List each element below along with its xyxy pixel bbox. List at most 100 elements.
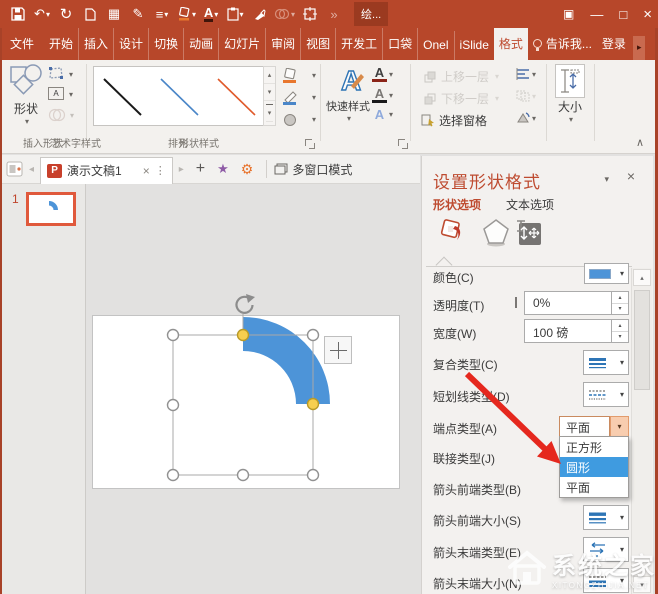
save-icon[interactable] <box>9 3 27 25</box>
tab-tellme[interactable]: 告诉我... <box>528 28 597 60</box>
draw-mode-button[interactable]: 绘... <box>354 2 389 26</box>
scroll-up-icon[interactable]: ▴ <box>633 269 651 286</box>
selection-pane-button[interactable]: 选择窗格 <box>421 112 487 129</box>
fill-line-category-icon[interactable] <box>437 218 465 248</box>
shape-styles-dialog-launcher-icon[interactable] <box>305 139 315 149</box>
slide-thumbnail[interactable] <box>26 192 76 226</box>
group-button[interactable]: ▾ <box>516 90 536 102</box>
align-button[interactable]: ▾ <box>516 68 536 80</box>
effects-category-icon[interactable] <box>482 218 510 248</box>
indent-list-button[interactable]: ≡ ▾ <box>153 3 171 25</box>
option-square[interactable]: 正方形 <box>560 437 628 457</box>
width-spinner[interactable]: ▴ ▾ <box>611 320 628 342</box>
rotate-handle-icon[interactable] <box>235 294 255 314</box>
wordart-dialog-launcher-icon[interactable] <box>398 139 408 149</box>
paste-button[interactable]: ▾ <box>226 3 244 25</box>
merge-shapes-ribbon-button[interactable] <box>48 108 66 122</box>
minimize-icon[interactable]: — <box>590 7 603 22</box>
document-tab[interactable]: P 演示文稿1 × ⋮ <box>40 156 173 184</box>
text-outline-button[interactable]: A ▾ <box>372 87 393 103</box>
tab-file[interactable]: 文件 <box>0 28 44 60</box>
arrow-end-size-dropdown[interactable]: ▾ <box>583 568 629 593</box>
shape-style-gallery[interactable] <box>93 66 275 126</box>
format-painter-icon[interactable] <box>250 3 268 25</box>
edit-shape-button[interactable] <box>48 66 64 80</box>
color-dropdown[interactable]: ▾ <box>584 263 629 284</box>
bring-forward-button[interactable]: 上移一层 ▾ <box>424 68 499 85</box>
text-effects-button[interactable]: A ▾ <box>372 108 393 121</box>
option-flat[interactable]: 平面 <box>560 477 628 497</box>
new-file-icon[interactable] <box>81 3 99 25</box>
settings-gear-icon[interactable]: ⚙ <box>241 161 254 178</box>
scroll-down-icon[interactable]: ▾ <box>633 576 651 593</box>
close-icon[interactable]: × <box>643 6 652 23</box>
rotate-button[interactable]: ▾ <box>516 112 536 124</box>
adjust-handle-end[interactable] <box>306 397 320 411</box>
tab-insert[interactable]: 插入 <box>79 28 115 60</box>
tab-scroll-right-icon[interactable]: ▸ <box>632 36 646 60</box>
quick-styles-button[interactable]: A 快速样式 ▾ <box>326 64 370 123</box>
tab-transitions[interactable]: 切换 <box>149 28 185 60</box>
magic-wand-icon[interactable]: ★ <box>217 161 229 177</box>
arrow-end-type-dropdown[interactable]: ▾ <box>583 537 629 562</box>
plus-cursor-box[interactable] <box>324 336 352 364</box>
option-round[interactable]: 圆形 <box>560 457 628 477</box>
maximize-icon[interactable]: □ <box>619 7 627 22</box>
text-box-button[interactable]: A <box>48 87 64 100</box>
gallery-more-icon[interactable]: ▾ <box>266 104 273 122</box>
gallery-up-icon[interactable]: ▴ <box>264 67 275 84</box>
size-properties-category-icon[interactable] <box>515 219 543 247</box>
resize-handle-w[interactable] <box>166 398 180 412</box>
resize-handle-s[interactable] <box>236 468 250 482</box>
shapes-button[interactable]: 形状 ▾ <box>8 64 44 126</box>
tab-scroll-right2-icon[interactable]: ▸ <box>179 164 184 175</box>
tab-text-options[interactable]: 文本选项 <box>506 196 554 213</box>
multi-window-label[interactable]: 多窗口模式 <box>292 161 352 178</box>
tab-design[interactable]: 设计 <box>114 28 150 60</box>
transparency-slider[interactable] <box>515 297 517 308</box>
dash-type-dropdown[interactable]: ▾ <box>583 382 629 407</box>
undo-dropdown-icon[interactable]: ▾ <box>46 10 50 19</box>
cap-type-combo-arrow[interactable]: ▾ <box>610 416 629 437</box>
tab-developer[interactable]: 开发工 <box>336 28 384 60</box>
arrow-begin-size-dropdown[interactable]: ▾ <box>583 505 629 530</box>
tab-animations[interactable]: 动画 <box>184 28 220 60</box>
arc-shape[interactable] <box>243 317 330 404</box>
tab-scroll-left-icon[interactable]: ◂ <box>29 164 34 175</box>
width-input[interactable]: 100 磅 ▴ ▾ <box>524 319 629 343</box>
tab-format[interactable]: 格式 <box>493 28 528 60</box>
sign-in-button[interactable]: 登录 <box>597 28 631 60</box>
cap-type-combo-value[interactable]: 平面 <box>559 416 610 437</box>
scrollbar-thumb[interactable] <box>634 290 650 390</box>
font-color-button[interactable]: A ▾ <box>202 3 220 25</box>
transparency-input[interactable]: 0% ▴ ▾ <box>524 291 629 315</box>
resize-handle-ne[interactable] <box>306 328 320 342</box>
text-fill-button[interactable]: A ▾ <box>372 66 393 82</box>
new-tab-icon[interactable]: + <box>196 160 205 178</box>
transparency-spinner[interactable]: ▴ ▾ <box>611 292 628 314</box>
collapse-ribbon-icon[interactable]: ∧ <box>636 136 644 149</box>
adjust-handle-start[interactable] <box>236 328 250 342</box>
compound-type-dropdown[interactable]: ▾ <box>583 350 629 375</box>
tab-menu-icon[interactable]: ⋮ <box>155 164 166 177</box>
shape-effects-button[interactable]: ▾ <box>282 110 316 129</box>
resize-handle-sw[interactable] <box>166 468 180 482</box>
panel-close-icon[interactable]: × <box>627 168 635 184</box>
slide-editor-area[interactable] <box>87 184 420 594</box>
shape-fill-ribbon-button[interactable]: ▾ <box>282 66 316 85</box>
tab-pocket[interactable]: 口袋 <box>383 28 419 60</box>
resize-handle-se[interactable] <box>306 468 320 482</box>
close-tab-icon[interactable]: × <box>143 164 150 178</box>
dock-window-icon[interactable]: ▣ <box>563 7 574 21</box>
view-switch-icon[interactable] <box>6 161 23 177</box>
object-position-icon[interactable] <box>301 3 319 25</box>
gallery-down-icon[interactable]: ▾ <box>264 84 275 101</box>
panel-scrollbar[interactable]: ▴ ▾ <box>631 268 652 594</box>
send-backward-button[interactable]: 下移一层 ▾ <box>424 90 499 107</box>
redo-icon[interactable]: ↻ <box>57 3 75 25</box>
shape-fill-button[interactable]: ▾ <box>177 3 196 25</box>
tab-view[interactable]: 视图 <box>301 28 337 60</box>
undo-button[interactable]: ↶ ▾ <box>33 3 51 25</box>
tab-home[interactable]: 开始 <box>44 28 80 60</box>
pen-icon[interactable]: ✎ <box>129 3 147 25</box>
